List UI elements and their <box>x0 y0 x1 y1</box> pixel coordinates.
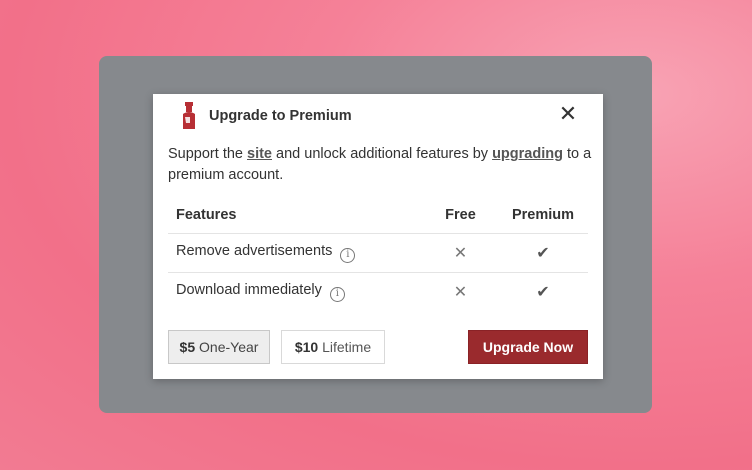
upgrade-dialog: Upgrade to Premium ✕ Support the site an… <box>153 94 603 379</box>
info-icon[interactable]: i <box>340 247 356 263</box>
premium-check-icon: ✔ <box>498 232 588 272</box>
dialog-title: Upgrade to Premium <box>209 108 352 124</box>
close-icon[interactable]: ✕ <box>558 103 578 125</box>
one-year-label: One-Year <box>195 339 259 355</box>
free-x-icon: ✕ <box>423 232 498 272</box>
dialog-header: Upgrade to Premium ✕ <box>168 94 588 139</box>
x-mark: ✕ <box>453 244 468 262</box>
free-x-icon: ✕ <box>423 271 498 311</box>
premium-check-icon: ✔ <box>498 271 588 311</box>
info-icon[interactable]: i <box>329 286 345 302</box>
table-row: Remove advertisements i ✕ ✔ <box>168 232 588 272</box>
feature-cell: Download immediately i <box>168 271 423 311</box>
site-link[interactable]: site <box>247 146 272 162</box>
table-row: Download immediately i ✕ ✔ <box>168 271 588 311</box>
header-premium: Premium <box>511 207 575 224</box>
check-mark: ✔ <box>536 244 550 262</box>
feature-label: Download immediately <box>176 281 322 298</box>
one-year-price: $5 <box>179 339 196 355</box>
header-features: Features <box>176 207 237 224</box>
upgrading-link[interactable]: upgrading <box>492 146 563 162</box>
lifetime-label: Lifetime <box>318 339 372 355</box>
feature-label: Remove advertisements <box>176 242 333 259</box>
header-free: Free <box>445 207 476 224</box>
features-table: Features Free Premium Remove advertiseme… <box>168 198 588 311</box>
dialog-description: Support the site and unlock additional f… <box>168 144 593 186</box>
lifetime-price: $10 <box>294 339 319 355</box>
feature-cell: Remove advertisements i <box>168 232 423 272</box>
one-year-button[interactable]: $5 One-Year <box>168 330 270 364</box>
description-text: and unlock additional features by <box>272 146 493 162</box>
lifetime-button[interactable]: $10 Lifetime <box>281 330 385 364</box>
table-header-row: Features Free Premium <box>168 198 588 233</box>
description-text: Support the <box>168 146 247 162</box>
x-mark: ✕ <box>453 283 468 301</box>
bottle-logo-icon <box>183 102 195 129</box>
check-mark: ✔ <box>536 283 550 301</box>
upgrade-now-button[interactable]: Upgrade Now <box>468 330 588 364</box>
